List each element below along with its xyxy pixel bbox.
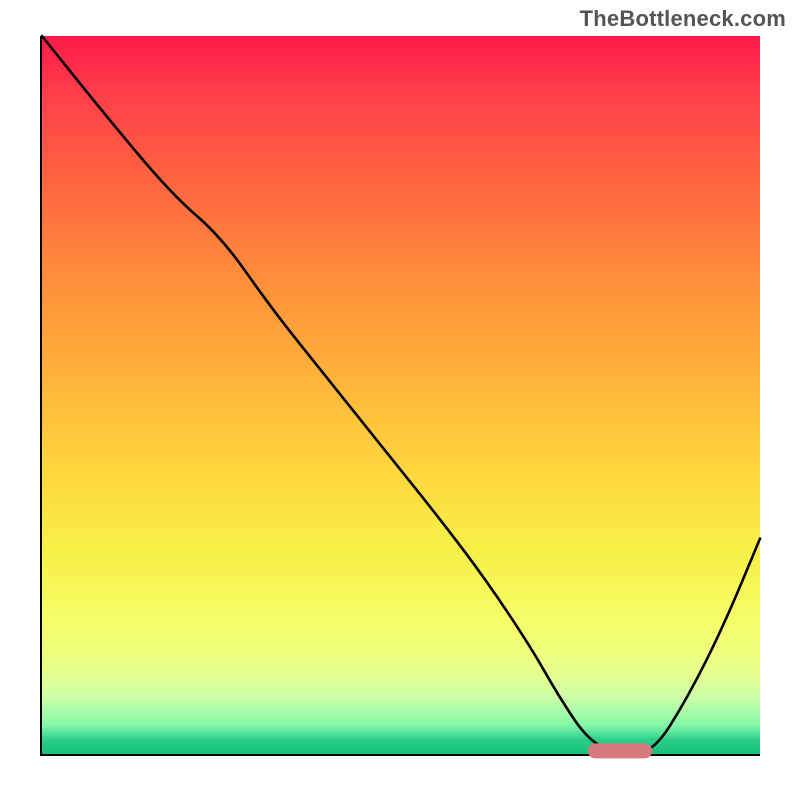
curve-overlay [42,36,760,754]
plot-area [40,36,760,756]
chart-container: TheBottleneck.com [0,0,800,800]
bottleneck-curve [42,36,760,754]
optimum-range-marker [588,743,653,758]
watermark-text: TheBottleneck.com [580,6,786,32]
